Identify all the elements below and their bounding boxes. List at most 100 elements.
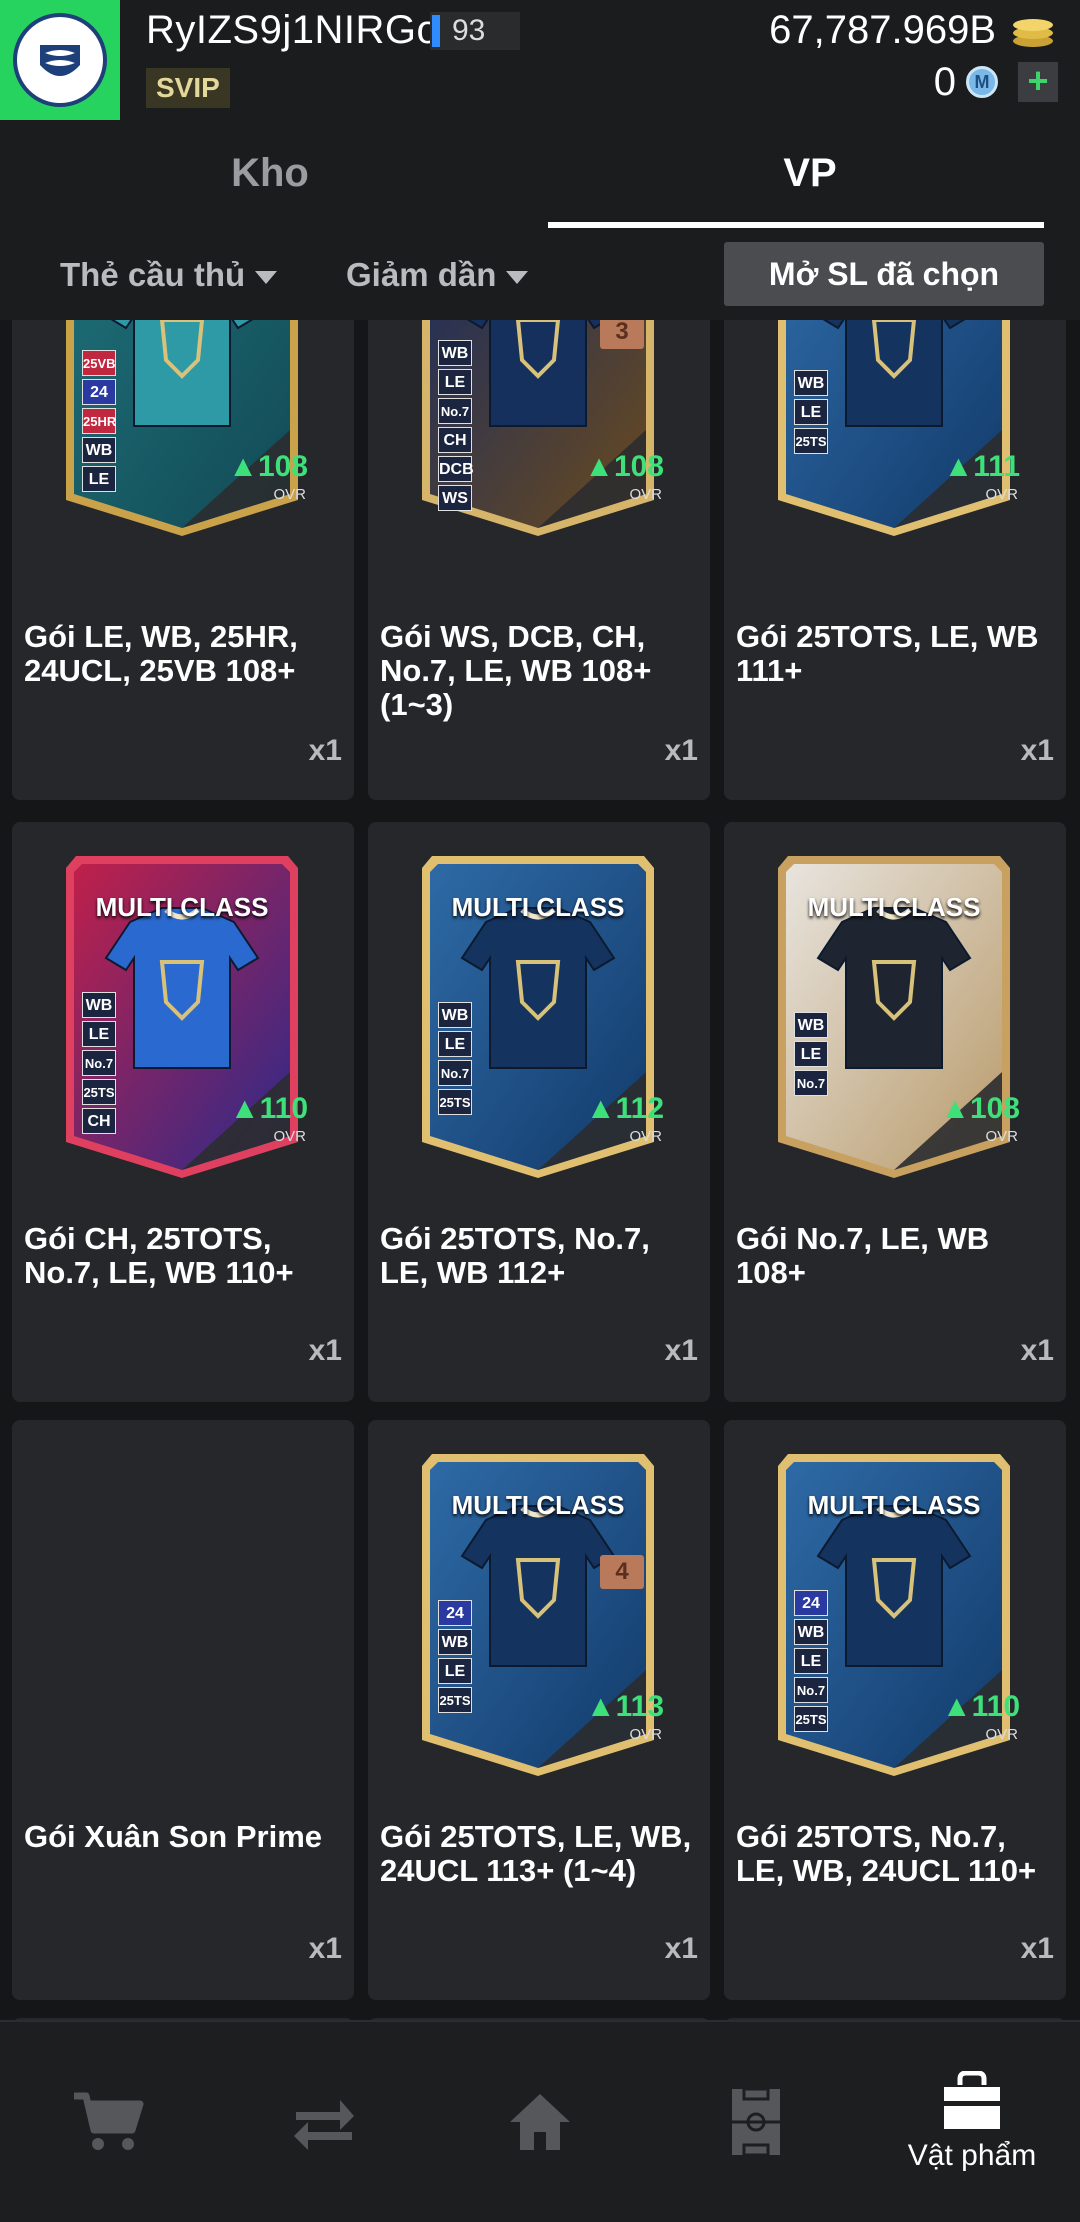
cart-icon (74, 2092, 144, 2150)
m-token-icon: M (966, 66, 998, 98)
position-badge: No.7 (438, 398, 472, 424)
item-tile[interactable]: MULTI CLASS25VB2425HRWBLE▲108OVRGói LE, … (12, 320, 354, 800)
ovr-value: ▲108 (940, 1092, 1020, 1125)
pack-count-badge: 3 (600, 320, 644, 349)
tab-kho[interactable]: Kho (0, 120, 540, 230)
item-quantity: x1 (1020, 734, 1054, 767)
position-badge: 25TS (794, 428, 828, 454)
username: RyIZS9j1NIRGo (146, 8, 440, 52)
position-badge: 24 (438, 1600, 472, 1626)
coin-balance: 67,787.969B (769, 8, 996, 52)
open-selected-button[interactable]: Mở SL đã chọn (724, 242, 1044, 306)
item-tile[interactable]: MULTI CLASS WB LE No.7 ▲108 OVR Gói No.7, LE, … (724, 822, 1066, 1402)
position-badge: WB (82, 992, 116, 1018)
item-tile[interactable]: MULTI CLASSWBLE25TS▲111OVRGói 25TOTS, LE… (724, 320, 1066, 800)
card-type-label: Thẻ cầu thủ (60, 256, 246, 293)
card-title: MULTI CLASS (807, 1490, 981, 1520)
add-currency-button[interactable]: + (1018, 62, 1058, 102)
position-badge: 25TS (794, 1706, 828, 1732)
item-name: Gói 25TOTS, No.7, LE, WB 112+ (380, 1221, 650, 1290)
sort-label: Giảm dần (346, 256, 497, 293)
position-badge: DCB (438, 456, 474, 482)
bottom-nav: Vật phẩm (0, 2020, 1080, 2222)
item-name: Gói 25TOTS, LE, WB 111+ (736, 619, 1039, 688)
dropdown-arrow-icon (255, 270, 278, 284)
nav-shop[interactable] (0, 2022, 216, 2222)
ovr-label: OVR (985, 1726, 1018, 1743)
ovr-label: OVR (273, 1128, 306, 1145)
ovr-label: OVR (985, 1128, 1018, 1145)
ovr-value: ▲108 (584, 450, 664, 483)
position-badge: LE (438, 1031, 472, 1057)
pitch-icon (732, 2087, 780, 2157)
card-title: MULTI CLASS (95, 892, 269, 922)
ovr-label: OVR (629, 1128, 662, 1145)
position-badge: WB (82, 437, 116, 463)
position-badge: WB (438, 1629, 472, 1655)
card-title: MULTI CLASS (451, 1490, 625, 1520)
vip-badge: SVIP (146, 68, 230, 108)
nav-items-label: Vật phẩm (907, 2139, 1037, 2172)
position-badge: LE (794, 1648, 828, 1674)
token-balance: 0 (933, 60, 956, 104)
item-quantity: x1 (664, 1932, 698, 1965)
filter-bar: Thẻ cầu thủ Giảm dần Mở SL đã chọn (0, 230, 1080, 320)
position-badge: 25VB (82, 350, 116, 376)
nav-transfer[interactable] (216, 2022, 432, 2222)
position-badge: LE (82, 466, 116, 492)
position-badge: LE (794, 399, 828, 425)
card-type-dropdown[interactable]: Thẻ cầu thủ (60, 256, 278, 294)
item-quantity: x1 (1020, 1932, 1054, 1965)
position-badge: LE (794, 1041, 828, 1067)
club-crest-icon (13, 13, 107, 107)
nav-items[interactable]: Vật phẩm (864, 2022, 1080, 2222)
position-badge: 25HR (82, 408, 116, 434)
sort-dropdown[interactable]: Giảm dần (346, 256, 529, 294)
item-tile[interactable]: MULTI CLASSWBLENo.7CHDCBWS3▲108OVRGói WS… (368, 320, 710, 800)
item-quantity: x1 (664, 1334, 698, 1367)
nav-home[interactable] (432, 2022, 648, 2222)
item-name: Gói WS, DCB, CH, No.7, LE, WB 108+ (1~3) (380, 619, 652, 722)
ovr-label: OVR (985, 486, 1018, 503)
position-badge: WB (794, 1012, 828, 1038)
dropdown-arrow-icon (506, 270, 529, 284)
ovr-label: OVR (629, 486, 662, 503)
position-badge: 25TS (438, 1089, 472, 1115)
item-tile[interactable]: MULTI CLASS 24 WB LE No.7 25TS ▲110 OVR Gói 25TO… (724, 1420, 1066, 2000)
position-badge: 24 (82, 379, 116, 405)
item-name: Gói CH, 25TOTS, No.7, LE, WB 110+ (24, 1221, 294, 1290)
position-badge: LE (82, 1021, 116, 1047)
item-quantity: x1 (308, 1932, 342, 1965)
position-badge: WB (794, 370, 828, 396)
ovr-value: ▲112 (585, 1092, 664, 1125)
item-tile[interactable]: MULTI CLASS 24 WB LE 25TS 4 ▲113 OVR Gói 25TOTS,… (368, 1420, 710, 2000)
club-logo[interactable] (0, 0, 120, 120)
position-badge: CH (82, 1108, 116, 1134)
position-badge: WS (438, 485, 472, 511)
position-badge: WB (794, 1619, 828, 1645)
item-tile[interactable]: MULTI CLASS WB LE No.7 25TS CH ▲110 OVR Gói CH, … (12, 822, 354, 1402)
tab-vp[interactable]: VP (540, 120, 1080, 230)
position-badge: LE (438, 1658, 472, 1684)
item-name: Gói 25TOTS, LE, WB, 24UCL 113+ (1~4) (380, 1819, 692, 1888)
position-badge: 25TS (438, 1687, 472, 1713)
position-badge: WB (438, 1002, 472, 1028)
ovr-value: ▲110 (941, 1690, 1020, 1723)
item-tile[interactable]: MULTI CLASS WB LE No.7 25TS ▲112 OVR Gói 25TOTS… (368, 822, 710, 1402)
nav-squad[interactable] (648, 2022, 864, 2222)
level-bar (432, 15, 440, 47)
ovr-value: ▲113 (585, 1690, 664, 1723)
level-number: 93 (452, 14, 486, 47)
level-badge: 93 (430, 12, 520, 50)
item-name: Gói 25TOTS, No.7, LE, WB, 24UCL 110+ (736, 1819, 1037, 1888)
item-name: Gói No.7, LE, WB 108+ (736, 1221, 990, 1290)
item-tile[interactable]: Gói Xuân Son Prime x1 (12, 1420, 354, 2000)
position-badge: 24 (794, 1590, 828, 1616)
position-badge: No.7 (794, 1677, 828, 1703)
transfer-icon (294, 2100, 354, 2150)
position-badge: WB (438, 340, 472, 366)
top-header: RyIZS9j1NIRGo 93 SVIP 67,787.969B 0 M + (0, 0, 1080, 120)
ovr-value: ▲110 (229, 1092, 308, 1125)
item-quantity: x1 (1020, 1334, 1054, 1367)
card-title: MULTI CLASS (807, 892, 981, 922)
